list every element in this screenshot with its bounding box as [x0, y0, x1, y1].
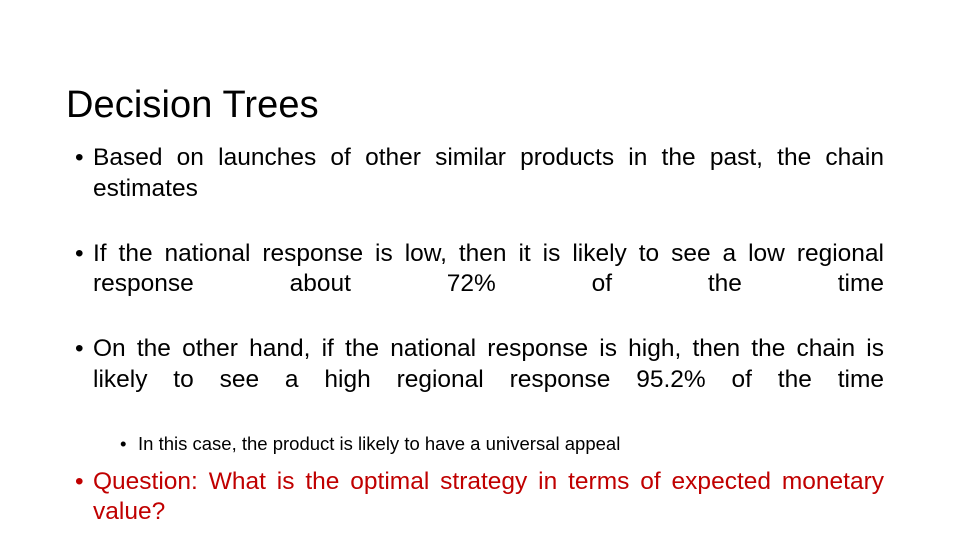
list-item-sub: • In this case, the product is likely to…: [66, 431, 884, 457]
bullet-point-icon: •: [75, 467, 84, 495]
bullet-point-icon: •: [75, 335, 84, 362]
bullet-point-icon: •: [120, 432, 127, 454]
list-item-question: • Question: What is the optimal strategy…: [66, 467, 884, 559]
slide-body: • Based on launches of other similar pro…: [66, 143, 884, 559]
bullet-point-icon: •: [75, 239, 84, 267]
list-item-text: On the other hand, if the national respo…: [93, 335, 884, 393]
bullet-point-icon: •: [75, 144, 84, 171]
slide-canvas: Decision Trees • Based on launches of ot…: [0, 0, 960, 540]
list-item: • If the national response is low, then …: [66, 239, 884, 331]
list-item: • Based on launches of other similar pro…: [66, 143, 884, 235]
bullet-list: • Based on launches of other similar pro…: [66, 143, 884, 558]
list-item-text: In this case, the product is likely to h…: [138, 432, 621, 454]
list-item-text: Question: What is the optimal strategy i…: [93, 467, 884, 526]
list-item: • On the other hand, if the national res…: [66, 334, 884, 426]
list-item-text: If the national response is low, then it…: [93, 239, 884, 298]
list-item-text: Based on launches of other similar produ…: [93, 144, 884, 202]
page-title: Decision Trees: [66, 84, 319, 127]
